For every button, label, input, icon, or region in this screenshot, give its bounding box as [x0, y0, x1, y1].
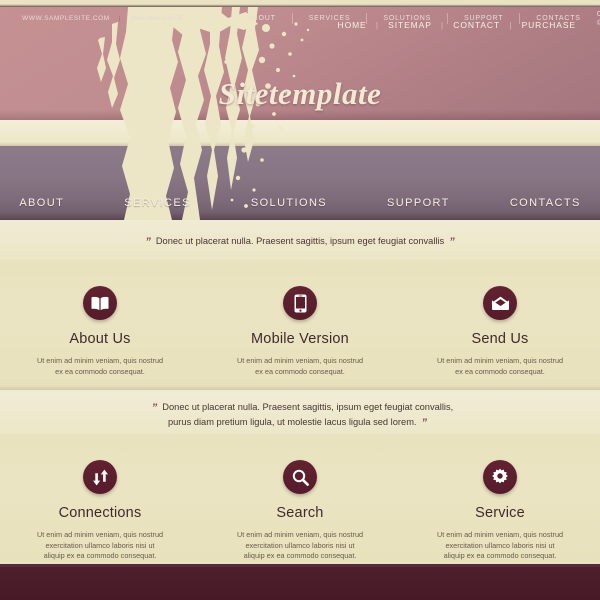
feature-title: Service	[475, 505, 525, 521]
feature-body: Ut enim ad minim veniam, quis nostrud ex…	[436, 530, 564, 560]
footer-nav-item-support[interactable]: SUPPORT	[448, 15, 519, 22]
feature-icon-circle[interactable]	[483, 460, 517, 494]
quote-two-line-2: purus diam pretium ligula, ut molestie l…	[167, 417, 417, 427]
quote-close-mark: ”	[449, 236, 455, 248]
quote-two-line-1: Donec ut placerat nulla. Praesent sagitt…	[162, 402, 454, 412]
feature-title: Send Us	[471, 331, 529, 347]
site-footer	[0, 564, 600, 600]
footer-nav-item-solutions[interactable]: SOLUTIONS	[367, 15, 447, 22]
header-gap-band	[0, 120, 600, 146]
feature-title: Search	[276, 505, 324, 521]
feature-card-about-us[interactable]: About Us Ut enim ad minim veniam, quis n…	[0, 286, 200, 377]
feature-title: Mobile Version	[251, 331, 349, 347]
feature-body: Ut enim ad minim veniam, quis nostrud ex…	[36, 530, 164, 560]
feature-icon-circle[interactable]	[83, 460, 117, 494]
footer-separator: |	[118, 14, 121, 22]
nav-item-contacts[interactable]: CONTACTS	[480, 197, 600, 209]
feature-card-search[interactable]: Search Ut enim ad minim veniam, quis nos…	[200, 460, 400, 562]
feature-icon-circle[interactable]	[283, 460, 317, 494]
footer-contact-group: WWW.SAMPLESITE.COM | @SAMPLESITE	[22, 15, 184, 22]
site-logo[interactable]: Sitetemplate	[0, 76, 600, 112]
quote-one-text: ” Donec ut placerat nulla. Praesent sagit…	[0, 234, 600, 249]
nav-item-about[interactable]: ABOUT	[0, 197, 94, 209]
feature-body: Ut enim ad minim veniam, quis nostrud ex…	[236, 356, 364, 376]
nav-item-support[interactable]: SUPPORT	[357, 197, 480, 209]
footer-row: WWW.SAMPLESITE.COM | @SAMPLESITE ABOUT S…	[0, 0, 600, 36]
main-navigation[interactable]: ABOUT SERVICES SOLUTIONS SUPPORT CONTACT…	[0, 193, 600, 213]
quote-open-mark: ”	[151, 402, 158, 414]
feature-title: About Us	[69, 331, 131, 347]
feature-body: Ut enim ad minim veniam, quis nostrud ex…	[436, 356, 564, 376]
quote-open-mark: ”	[145, 236, 151, 248]
feature-body: Ut enim ad minim veniam, quis nostrud ex…	[36, 356, 164, 376]
quote-one-line-1: Donec ut placerat nulla. Praesent sagitt…	[155, 236, 445, 246]
feature-grid-row-two: Connections Ut enim ad minim veniam, qui…	[0, 460, 600, 562]
feature-icon-circle[interactable]	[283, 286, 317, 320]
footer-website-link[interactable]: WWW.SAMPLESITE.COM	[22, 15, 110, 22]
nav-item-solutions[interactable]: SOLUTIONS	[221, 197, 357, 209]
book-icon	[91, 296, 109, 310]
feature-icon-circle[interactable]	[483, 286, 517, 320]
feature-card-connections[interactable]: Connections Ut enim ad minim veniam, qui…	[0, 460, 200, 562]
footer-social-handle[interactable]: @SAMPLESITE	[130, 15, 184, 22]
quote-two-text: ” Donec ut placerat nulla. Praesent sagit…	[0, 400, 600, 430]
feature-title: Connections	[58, 505, 142, 521]
feature-card-mobile-version[interactable]: Mobile Version Ut enim ad minim veniam, …	[200, 286, 400, 377]
feature-grid-row-one: About Us Ut enim ad minim veniam, quis n…	[0, 286, 600, 377]
mobile-phone-icon	[294, 294, 306, 312]
feature-card-service[interactable]: Service Ut enim ad minim veniam, quis no…	[400, 460, 600, 562]
feature-card-send-us[interactable]: Send Us Ut enim ad minim veniam, quis no…	[400, 286, 600, 377]
gear-icon	[492, 468, 508, 484]
arrows-exchange-icon	[92, 469, 108, 485]
footer-nav-item-services[interactable]: SERVICES	[293, 15, 367, 22]
magnifier-icon	[292, 469, 309, 486]
feature-icon-circle[interactable]	[83, 286, 117, 320]
feature-body: Ut enim ad minim veniam, quis nostrud ex…	[236, 530, 364, 560]
footer-navigation[interactable]: ABOUT SERVICES SOLUTIONS SUPPORT CONTACT…	[232, 12, 597, 24]
website-template-page: HOME | SITEMAP | CONTACT | PURCHASE Site…	[0, 0, 600, 600]
nav-item-services[interactable]: SERVICES	[94, 197, 221, 209]
envelope-icon	[491, 296, 509, 310]
footer-nav-item-about[interactable]: ABOUT	[232, 15, 292, 22]
quote-close-mark: ”	[421, 417, 428, 429]
footer-nav-item-contacts[interactable]: CONTACTS	[520, 15, 596, 22]
